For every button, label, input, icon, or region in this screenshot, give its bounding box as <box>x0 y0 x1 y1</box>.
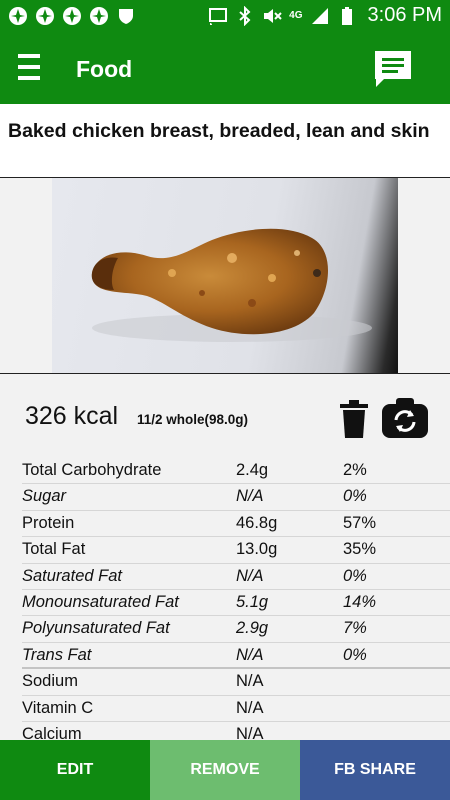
food-photo-area <box>0 178 450 374</box>
nutrient-name: Total Carbohydrate <box>22 461 162 479</box>
nutrient-name: Polyunsaturated Fat <box>22 619 170 638</box>
table-row: Trans Fat N/A 0% <box>22 643 450 670</box>
switch-camera-icon[interactable] <box>382 398 428 438</box>
table-row: Calcium N/A <box>22 722 450 740</box>
table-row: Sodium N/A <box>22 669 450 696</box>
nutrient-amount: N/A <box>236 698 264 717</box>
status-time: 3:06 PM <box>367 4 442 26</box>
page-title: Food <box>76 56 133 82</box>
table-row: Total Carbohydrate 2.4g 2% <box>22 458 450 485</box>
nutrient-amount: 2.4g <box>236 461 269 479</box>
serving-size: 11/2 whole(98.0g) <box>137 412 249 427</box>
nutrient-name: Total Fat <box>22 540 86 559</box>
nutrient-amount: N/A <box>236 566 264 585</box>
chicken-drumstick-image <box>91 228 372 342</box>
table-row: Sugar N/A 0% <box>22 484 450 511</box>
nutrient-percent: 0% <box>343 487 367 506</box>
nutrient-amount: 46.8g <box>236 513 278 532</box>
nutrient-percent: 2% <box>343 461 367 479</box>
app-bar: Food <box>0 34 450 104</box>
nutrient-name: Sodium <box>22 672 78 691</box>
nutrient-name: Sugar <box>22 487 67 506</box>
nutrient-percent: 57% <box>343 513 377 532</box>
nutrient-percent: 14% <box>343 592 377 611</box>
nutrient-amount: 13.0g <box>236 540 278 559</box>
network-type: 4G <box>289 9 303 21</box>
battery-icon <box>341 6 352 25</box>
nutrient-name: Calcium <box>22 724 82 740</box>
food-photo[interactable] <box>52 178 398 373</box>
nutrient-percent: 0% <box>343 645 367 664</box>
bluetooth-icon <box>239 5 251 26</box>
status-bar: 4G 3:06 PM <box>0 0 450 34</box>
cast-icon <box>209 7 228 25</box>
notification-icon <box>9 7 27 25</box>
nutrient-amount: 5.1g <box>236 592 269 611</box>
table-row: Monounsaturated Fat 5.1g 14% <box>22 590 450 617</box>
notification-icon <box>36 7 54 25</box>
nutrient-name: Trans Fat <box>22 645 92 664</box>
nutrient-amount: N/A <box>236 724 264 740</box>
table-row: Polyunsaturated Fat 2.9g 7% <box>22 616 450 643</box>
nutrient-percent: 35% <box>343 540 377 559</box>
nutrient-amount: N/A <box>236 672 264 691</box>
chat-icon[interactable] <box>372 48 414 90</box>
fb-share-button[interactable]: FB SHARE <box>300 740 450 800</box>
signal-icon <box>311 7 328 24</box>
food-name: Baked chicken breast, breaded, lean and … <box>0 104 450 178</box>
hamburger-menu-icon[interactable] <box>18 54 40 84</box>
nutrient-amount: N/A <box>236 645 264 664</box>
nutrient-name: Protein <box>22 513 75 532</box>
table-row: Saturated Fat N/A 0% <box>22 564 450 590</box>
trash-icon[interactable] <box>340 400 368 438</box>
nutrient-name: Vitamin C <box>22 698 94 717</box>
table-row: Vitamin C N/A <box>22 696 450 722</box>
nutrient-table: Total Carbohydrate 2.4g 2% Sugar N/A 0% … <box>22 458 450 740</box>
nutrient-amount: 2.9g <box>236 619 269 638</box>
kcal-value: 326 kcal <box>25 402 119 430</box>
notification-icon <box>90 7 108 25</box>
remove-button[interactable]: REMOVE <box>150 740 300 800</box>
nutrient-percent: 7% <box>343 619 367 638</box>
table-row: Total Fat 13.0g 35% <box>22 537 450 564</box>
calorie-summary: 326 kcal 11/2 whole(98.0g) <box>0 380 450 450</box>
notification-icon <box>63 7 81 25</box>
edit-button[interactable]: EDIT <box>0 740 150 800</box>
table-row: Protein 46.8g 57% <box>22 511 450 538</box>
nutrient-percent: 0% <box>343 566 367 585</box>
nutrient-name: Monounsaturated Fat <box>22 592 179 611</box>
nutrient-amount: N/A <box>236 487 264 506</box>
nutrient-name: Saturated Fat <box>22 566 122 585</box>
shield-icon <box>119 9 133 24</box>
bottom-action-bar: EDIT REMOVE FB SHARE <box>0 740 450 800</box>
mute-icon <box>264 8 282 23</box>
